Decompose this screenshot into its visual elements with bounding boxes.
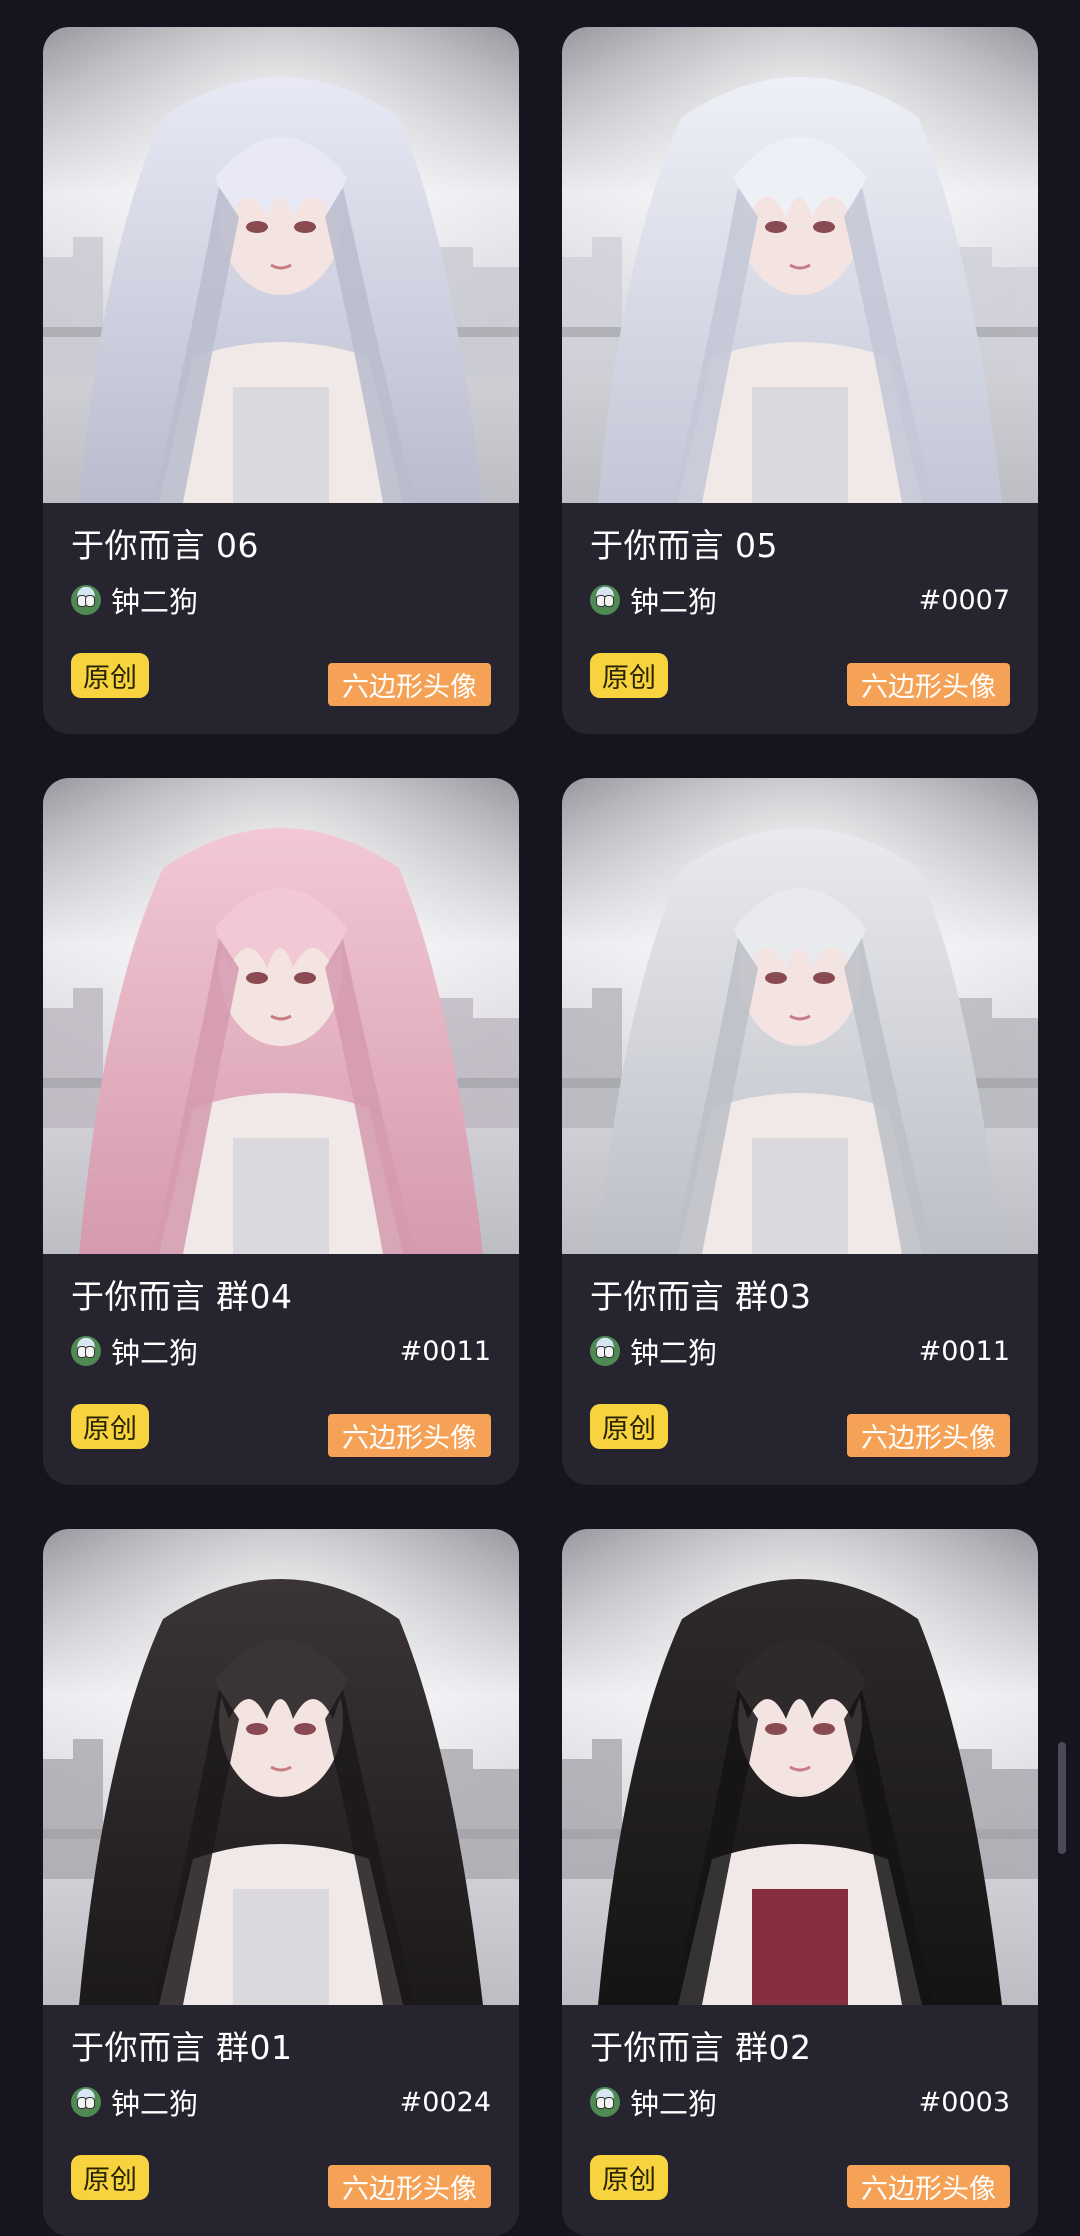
artwork-title: 于你而言 05: [590, 526, 778, 565]
card-info: 于你而言 群02 钟二狗 #0003 原创 六边形头像: [562, 2005, 1038, 2236]
artwork-image[interactable]: [562, 778, 1038, 1254]
artwork-title: 于你而言 群02: [590, 2028, 812, 2067]
scrollbar[interactable]: [1058, 1742, 1066, 1854]
hexagon-avatar-tag: 六边形头像: [328, 2165, 491, 2208]
artwork-card[interactable]: 于你而言 群04 钟二狗 #0011 原创 六边形头像: [43, 778, 519, 1485]
original-tag: 原创: [71, 653, 149, 698]
hexagon-avatar-tag: 六边形头像: [328, 663, 491, 706]
artwork-image[interactable]: [43, 1529, 519, 2005]
author-name[interactable]: 钟二狗: [630, 1330, 717, 1372]
hexagon-avatar-tag: 六边形头像: [328, 1414, 491, 1457]
card-info: 于你而言 05 钟二狗 #0007 原创 六边形头像: [562, 503, 1038, 734]
artwork-grid: 于你而言 06 钟二狗 原创 六边形头像 于你而言 05 钟二狗 #0007 原…: [43, 27, 1038, 2236]
author-avatar-icon[interactable]: [590, 2087, 620, 2117]
card-info: 于你而言 群03 钟二狗 #0011 原创 六边形头像: [562, 1254, 1038, 1485]
serial-number: #0007: [918, 584, 1010, 616]
card-info: 于你而言 群04 钟二狗 #0011 原创 六边形头像: [43, 1254, 519, 1485]
author-row: 钟二狗 #0007: [590, 579, 1010, 621]
original-tag: 原创: [590, 1404, 668, 1449]
author-name[interactable]: 钟二狗: [111, 2081, 198, 2123]
hexagon-avatar-tag: 六边形头像: [847, 2165, 1010, 2208]
artwork-title: 于你而言 06: [71, 526, 259, 565]
author-row: 钟二狗: [71, 579, 491, 621]
artwork-card[interactable]: 于你而言 群01 钟二狗 #0024 原创 六边形头像: [43, 1529, 519, 2236]
artwork-card[interactable]: 于你而言 群03 钟二狗 #0011 原创 六边形头像: [562, 778, 1038, 1485]
serial-number: #0024: [399, 2086, 491, 2118]
original-tag: 原创: [590, 2155, 668, 2200]
artwork-image[interactable]: [562, 1529, 1038, 2005]
hexagon-avatar-tag: 六边形头像: [847, 1414, 1010, 1457]
author-name[interactable]: 钟二狗: [630, 579, 717, 621]
artwork-card[interactable]: 于你而言 05 钟二狗 #0007 原创 六边形头像: [562, 27, 1038, 734]
serial-number: #0011: [918, 1335, 1010, 1367]
author-avatar-icon[interactable]: [590, 585, 620, 615]
author-name[interactable]: 钟二狗: [111, 1330, 198, 1372]
artwork-card[interactable]: 于你而言 06 钟二狗 原创 六边形头像: [43, 27, 519, 734]
artwork-title: 于你而言 群01: [71, 2028, 293, 2067]
artwork-image[interactable]: [43, 27, 519, 503]
original-tag: 原创: [590, 653, 668, 698]
author-row: 钟二狗 #0011: [71, 1330, 491, 1372]
author-avatar-icon[interactable]: [71, 1336, 101, 1366]
author-avatar-icon[interactable]: [71, 2087, 101, 2117]
original-tag: 原创: [71, 2155, 149, 2200]
hexagon-avatar-tag: 六边形头像: [847, 663, 1010, 706]
author-row: 钟二狗 #0003: [590, 2081, 1010, 2123]
serial-number: #0003: [918, 2086, 1010, 2118]
artwork-image[interactable]: [562, 27, 1038, 503]
artwork-card[interactable]: 于你而言 群02 钟二狗 #0003 原创 六边形头像: [562, 1529, 1038, 2236]
card-info: 于你而言 06 钟二狗 原创 六边形头像: [43, 503, 519, 734]
artwork-title: 于你而言 群04: [71, 1277, 293, 1316]
author-avatar-icon[interactable]: [71, 585, 101, 615]
artwork-title: 于你而言 群03: [590, 1277, 812, 1316]
author-row: 钟二狗 #0011: [590, 1330, 1010, 1372]
artwork-image[interactable]: [43, 778, 519, 1254]
card-info: 于你而言 群01 钟二狗 #0024 原创 六边形头像: [43, 2005, 519, 2236]
original-tag: 原创: [71, 1404, 149, 1449]
author-row: 钟二狗 #0024: [71, 2081, 491, 2123]
author-name[interactable]: 钟二狗: [630, 2081, 717, 2123]
author-avatar-icon[interactable]: [590, 1336, 620, 1366]
serial-number: #0011: [399, 1335, 491, 1367]
author-name[interactable]: 钟二狗: [111, 579, 198, 621]
